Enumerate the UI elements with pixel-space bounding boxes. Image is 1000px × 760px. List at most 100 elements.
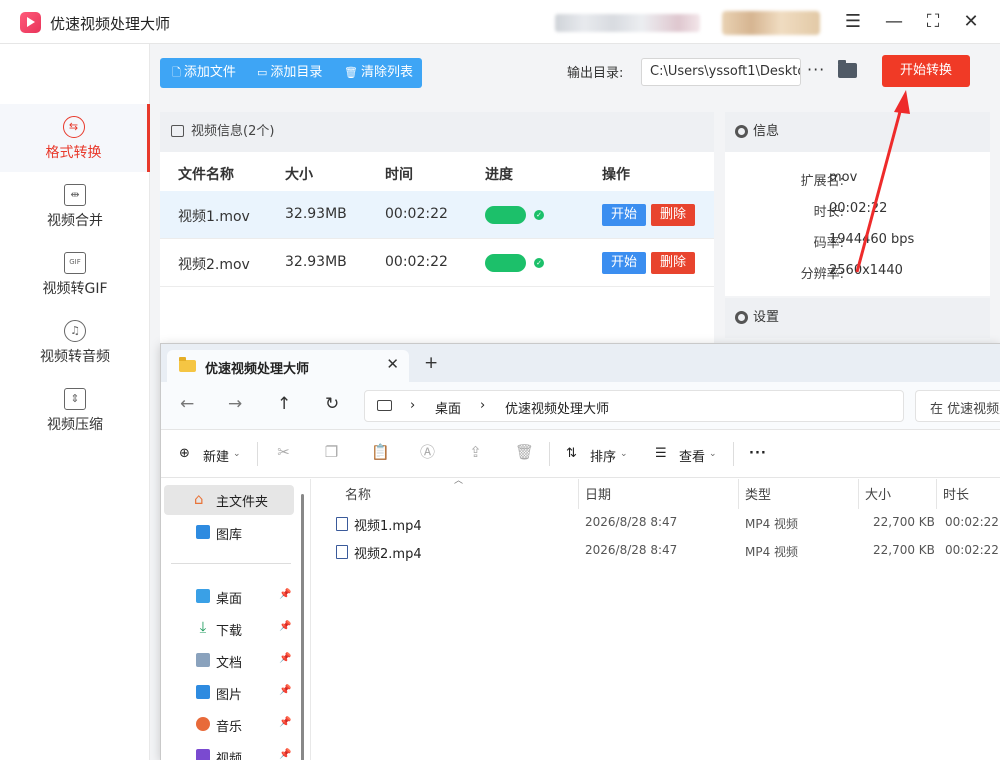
pin-icon: 📌 xyxy=(279,653,292,664)
video-row[interactable]: 视频2.mov 32.93MB 00:02:22 ✓ 开始 删除 xyxy=(160,239,714,287)
file-type: MP4 视频 xyxy=(745,517,799,531)
start-button[interactable]: 开始 xyxy=(602,252,646,274)
maximize-icon[interactable]: ⛶ xyxy=(920,10,946,34)
more-button[interactable]: ··· xyxy=(749,446,767,461)
info-value: 2560x1440 xyxy=(829,263,903,278)
copy-icon[interactable]: ❐ xyxy=(323,444,340,461)
delete-button[interactable]: 删除 xyxy=(651,252,695,274)
explorer-nav-pane: ⌂ 主文件夹 图库 桌面 📌 ⤓ 下载 📌 文档 📌 图片 📌 音乐 📌 视频 … xyxy=(161,479,311,760)
nav-scrollbar[interactable] xyxy=(301,494,304,760)
file-row[interactable]: 视频1.mp4 2026/8/28 8:47 MP4 视频 22,700 KB … xyxy=(336,510,1000,538)
nav-item-gallery[interactable]: 图库 xyxy=(161,519,301,547)
check-icon: ✓ xyxy=(534,258,544,268)
title-bar: 优速视频处理大师 ☰ — ⛶ ✕ xyxy=(0,0,1000,44)
open-folder-icon[interactable] xyxy=(838,60,857,78)
delete-button[interactable]: 删除 xyxy=(651,204,695,226)
column-divider xyxy=(738,479,739,509)
nav-item-downloads[interactable]: ⤓ 下载 📌 xyxy=(161,615,301,643)
up-arrow-icon[interactable]: ↑ xyxy=(277,394,291,414)
document-icon xyxy=(196,653,210,667)
rename-icon[interactable]: Ⓐ xyxy=(419,444,436,461)
file-duration: 00:02:22 xyxy=(945,543,999,557)
back-arrow-icon[interactable]: ← xyxy=(180,394,194,414)
video-row[interactable]: 视频1.mov 32.93MB 00:02:22 ✓ 开始 删除 xyxy=(160,191,714,239)
view-button[interactable]: 查看 xyxy=(679,446,705,465)
search-input[interactable]: 在 优速视频处理大师 xyxy=(915,390,1000,422)
new-plus-icon[interactable]: ⊕ xyxy=(179,446,190,461)
delete-icon[interactable]: 🗑 xyxy=(515,444,534,461)
gallery-icon xyxy=(196,525,210,539)
address-box[interactable]: › 桌面 › 优速视频处理大师 xyxy=(364,390,904,422)
start-button[interactable]: 开始 xyxy=(602,204,646,226)
settings-title: 设置 xyxy=(753,310,780,325)
cut-icon[interactable]: ✂ xyxy=(275,444,292,461)
merge-icon: ⇹ xyxy=(64,184,86,206)
add-file-button[interactable]: 🗋 添加文件 xyxy=(172,58,236,88)
column-divider xyxy=(936,479,937,509)
clear-list-button[interactable]: 🗑 清除列表 xyxy=(344,58,413,88)
column-header-date[interactable]: 日期 xyxy=(585,484,611,503)
sort-icon[interactable]: ⇅ xyxy=(566,446,577,461)
file-type: MP4 视频 xyxy=(745,545,799,559)
videos-icon xyxy=(196,749,210,760)
more-options-button[interactable]: ··· xyxy=(807,60,825,79)
column-header-name: 文件名称 xyxy=(178,167,234,183)
add-file-label: 添加文件 xyxy=(183,65,236,80)
sidebar-item-video-merge[interactable]: ⇹ 视频合并 xyxy=(0,172,150,240)
column-header-size[interactable]: 大小 xyxy=(865,484,891,503)
output-dir-label: 输出目录: xyxy=(567,66,624,81)
sidebar-item-label: 视频转GIF xyxy=(42,281,108,297)
output-dir-input[interactable]: C:\Users\yssoft1\Desktop xyxy=(641,58,801,86)
column-header-duration[interactable]: 时长 xyxy=(943,484,969,503)
nav-item-home[interactable]: ⌂ 主文件夹 xyxy=(164,485,294,515)
breadcrumb-folder[interactable]: 优速视频处理大师 xyxy=(505,398,609,417)
add-directory-button[interactable]: ▭ 添加目录 xyxy=(257,58,322,88)
blurred-account-area xyxy=(555,14,700,32)
video-name: 视频1.mov xyxy=(178,209,250,225)
sort-button[interactable]: 排序 xyxy=(590,446,616,465)
clear-list-label: 清除列表 xyxy=(360,65,413,80)
breadcrumb-desktop[interactable]: 桌面 xyxy=(435,398,461,417)
nav-item-videos[interactable]: 视频 📌 xyxy=(161,743,301,760)
column-header-time: 时间 xyxy=(385,167,413,183)
share-icon[interactable]: ⇪ xyxy=(467,444,484,461)
nav-item-pictures[interactable]: 图片 📌 xyxy=(161,679,301,707)
nav-home-label: 主文件夹 xyxy=(216,495,269,510)
sidebar-item-video-to-audio[interactable]: ♫ 视频转音频 xyxy=(0,308,150,376)
settings-panel-header[interactable]: 设置 xyxy=(725,298,990,338)
column-header-type[interactable]: 类型 xyxy=(745,484,771,503)
video-time: 00:02:22 xyxy=(385,206,448,222)
column-divider xyxy=(858,479,859,509)
chevron-down-icon: ⌄ xyxy=(620,449,628,459)
chevron-right-icon: › xyxy=(480,398,486,413)
file-row[interactable]: 视频2.mp4 2026/8/28 8:47 MP4 视频 22,700 KB … xyxy=(336,538,1000,566)
minimize-icon[interactable]: — xyxy=(881,10,907,34)
close-icon[interactable]: ✕ xyxy=(958,10,984,34)
divider xyxy=(733,442,734,466)
download-icon: ⤓ xyxy=(199,618,207,636)
nav-item-documents[interactable]: 文档 📌 xyxy=(161,647,301,675)
paste-icon[interactable]: 📋 xyxy=(371,444,390,461)
new-tab-icon[interactable]: + xyxy=(424,353,438,373)
divider xyxy=(257,442,258,466)
new-button[interactable]: 新建 xyxy=(203,446,229,465)
sidebar-item-video-compress[interactable]: ⇕ 视频压缩 xyxy=(0,376,150,444)
nav-label: 桌面 xyxy=(216,592,243,607)
sidebar-item-video-to-gif[interactable]: GIF 视频转GIF xyxy=(0,240,150,308)
start-convert-button[interactable]: 开始转换 xyxy=(882,55,970,87)
audio-icon: ♫ xyxy=(64,320,86,342)
blurred-user-avatar[interactable] xyxy=(722,11,820,35)
nav-item-desktop[interactable]: 桌面 📌 xyxy=(161,583,301,611)
nav-label: 视频 xyxy=(216,752,243,760)
nav-item-music[interactable]: 音乐 📌 xyxy=(161,711,301,739)
close-tab-icon[interactable]: ✕ xyxy=(386,355,399,373)
column-header-name[interactable]: 名称 xyxy=(345,484,371,503)
view-icon[interactable]: ☰ xyxy=(655,446,667,461)
explorer-tab[interactable]: 优速视频处理大师 ✕ xyxy=(167,350,409,382)
menu-icon[interactable]: ☰ xyxy=(840,10,866,34)
refresh-icon[interactable]: ↻ xyxy=(325,394,339,414)
forward-arrow-icon[interactable]: → xyxy=(228,394,242,414)
file-explorer-window: 优速视频处理大师 ✕ + ← → ↑ ↻ › 桌面 › 优速视频处理大师 在 优… xyxy=(160,343,1000,760)
column-header-actions: 操作 xyxy=(602,167,630,183)
sidebar-item-format-convert[interactable]: ⇆ 格式转换 xyxy=(0,104,150,172)
